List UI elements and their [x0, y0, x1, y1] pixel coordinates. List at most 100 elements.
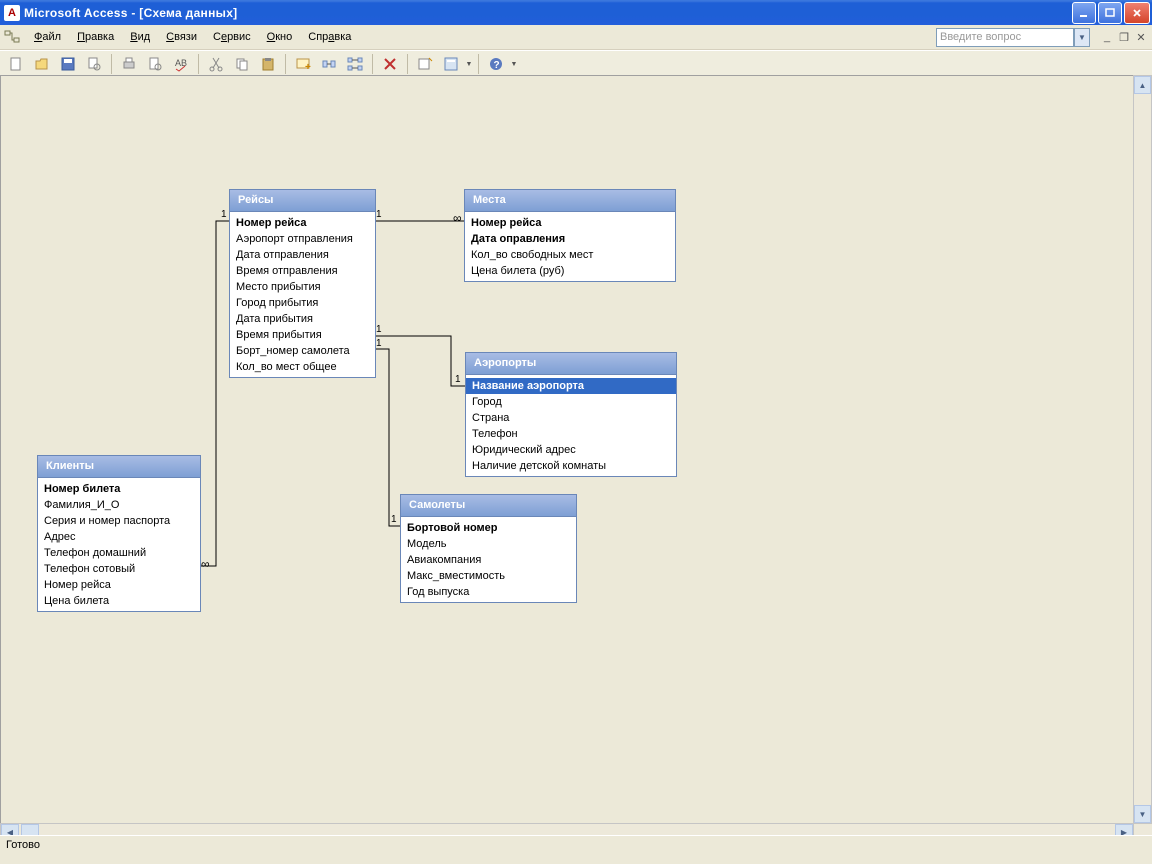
open-button[interactable] — [30, 52, 54, 76]
card-label: 1 — [376, 209, 382, 220]
field-item[interactable]: Адрес — [38, 529, 200, 545]
mdi-minimize-button[interactable]: _ — [1100, 30, 1114, 44]
table-title[interactable]: Клиенты — [38, 456, 200, 478]
spellcheck-button[interactable]: AB — [169, 52, 193, 76]
field-item[interactable]: Телефон — [466, 426, 676, 442]
svg-text:+: + — [305, 62, 311, 72]
field-item[interactable]: Дата прибытия — [230, 311, 375, 327]
help-dropdown-icon[interactable]: ▼ — [510, 61, 518, 68]
menu-file[interactable]: Файл — [26, 29, 69, 45]
field-item[interactable]: Бортовой номер — [401, 520, 576, 536]
field-item[interactable]: Цена билета (руб) — [465, 263, 675, 279]
svg-text:?: ? — [494, 60, 500, 71]
dropdown-arrow-icon[interactable]: ▼ — [465, 61, 473, 68]
menu-edit[interactable]: Правка — [69, 29, 122, 45]
window-title: Microsoft Access - [Схема данных] — [24, 6, 1070, 20]
help-button[interactable]: ? — [484, 52, 508, 76]
file-search-button[interactable] — [82, 52, 106, 76]
maximize-button[interactable] — [1098, 2, 1122, 24]
card-label: 1 — [376, 338, 382, 349]
field-item[interactable]: Юридический адрес — [466, 442, 676, 458]
delete-button[interactable] — [378, 52, 402, 76]
table-title[interactable]: Аэропорты — [466, 353, 676, 375]
print-preview-button[interactable] — [143, 52, 167, 76]
card-label: 1 — [221, 209, 227, 220]
field-item[interactable]: Дата оправления — [465, 231, 675, 247]
card-label: 1 — [391, 514, 397, 525]
table-title[interactable]: Места — [465, 190, 675, 212]
database-window-button[interactable] — [439, 52, 463, 76]
table-flights[interactable]: Рейсы Номер рейсаАэропорт отправленияДат… — [229, 189, 376, 378]
scroll-down-button[interactable]: ▼ — [1134, 805, 1151, 823]
table-planes[interactable]: Самолеты Бортовой номерМодельАвиакомпани… — [400, 494, 577, 603]
ask-question-input[interactable]: Введите вопрос — [936, 28, 1074, 47]
card-label: 1 — [455, 374, 461, 385]
field-item[interactable]: Название аэропорта — [466, 378, 676, 394]
field-item[interactable]: Авиакомпания — [401, 552, 576, 568]
new-object-button[interactable] — [413, 52, 437, 76]
table-title[interactable]: Самолеты — [401, 495, 576, 517]
field-item[interactable]: Серия и номер паспорта — [38, 513, 200, 529]
new-button[interactable] — [4, 52, 28, 76]
table-seats[interactable]: Места Номер рейсаДата оправленияКол_во с… — [464, 189, 676, 282]
paste-button[interactable] — [256, 52, 280, 76]
show-direct-relations-button[interactable] — [317, 52, 341, 76]
field-item[interactable]: Цена билета — [38, 593, 200, 609]
field-item[interactable]: Номер рейса — [38, 577, 200, 593]
relations-icon — [4, 29, 20, 45]
status-bar: Готово — [0, 835, 1152, 864]
vertical-scrollbar[interactable]: ▲ ▼ — [1133, 75, 1152, 824]
field-item[interactable]: Аэропорт отправления — [230, 231, 375, 247]
table-clients[interactable]: Клиенты Номер билетаФамилия_И_ОСерия и н… — [37, 455, 201, 612]
menu-relations[interactable]: Связи — [158, 29, 205, 45]
field-item[interactable]: Время прибытия — [230, 327, 375, 343]
cut-button[interactable] — [204, 52, 228, 76]
field-item[interactable]: Кол_во свободных мест — [465, 247, 675, 263]
card-label: ∞ — [201, 557, 210, 571]
toolbar: AB + ▼ ? ▼ — [0, 50, 1152, 78]
field-item[interactable]: Модель — [401, 536, 576, 552]
field-item[interactable]: Борт_номер самолета — [230, 343, 375, 359]
field-item[interactable]: Фамилия_И_О — [38, 497, 200, 513]
show-table-button[interactable]: + — [291, 52, 315, 76]
field-item[interactable]: Место прибытия — [230, 279, 375, 295]
show-all-relations-button[interactable] — [343, 52, 367, 76]
field-item[interactable]: Номер рейса — [465, 215, 675, 231]
field-item[interactable]: Телефон сотовый — [38, 561, 200, 577]
ask-question-dropdown[interactable]: ▼ — [1074, 28, 1090, 47]
field-item[interactable]: Телефон домашний — [38, 545, 200, 561]
app-icon: A — [4, 5, 20, 21]
menu-help[interactable]: Справка — [300, 29, 359, 45]
field-item[interactable]: Город прибытия — [230, 295, 375, 311]
field-item[interactable]: Город — [466, 394, 676, 410]
title-bar: A Microsoft Access - [Схема данных] — [0, 0, 1152, 25]
menu-window[interactable]: Окно — [259, 29, 301, 45]
table-airports[interactable]: Аэропорты Название аэропортаГородСтранаТ… — [465, 352, 677, 477]
field-item[interactable]: Наличие детской комнаты — [466, 458, 676, 474]
copy-button[interactable] — [230, 52, 254, 76]
close-button[interactable] — [1124, 2, 1150, 24]
field-item[interactable]: Кол_во мест общее — [230, 359, 375, 375]
menu-service[interactable]: Сервис — [205, 29, 259, 45]
svg-text:AB: AB — [175, 58, 187, 68]
field-item[interactable]: Макс_вместимость — [401, 568, 576, 584]
table-title[interactable]: Рейсы — [230, 190, 375, 212]
scroll-up-button[interactable]: ▲ — [1134, 76, 1151, 94]
menu-bar: Файл Правка Вид Связи Сервис Окно Справк… — [0, 25, 1152, 50]
minimize-button[interactable] — [1072, 2, 1096, 24]
mdi-close-button[interactable]: ✕ — [1134, 30, 1148, 44]
field-item[interactable]: Номер рейса — [230, 215, 375, 231]
card-label: ∞ — [453, 211, 462, 225]
field-item[interactable]: Страна — [466, 410, 676, 426]
field-item[interactable]: Время отправления — [230, 263, 375, 279]
relationships-canvas[interactable]: 1 ∞ 1 1 1 1 1 ∞ Рейсы Номер рейсаАэропор… — [0, 75, 1134, 824]
menu-view[interactable]: Вид — [122, 29, 158, 45]
mdi-restore-button[interactable]: ❐ — [1117, 30, 1131, 44]
field-item[interactable]: Год выпуска — [401, 584, 576, 600]
status-text: Готово — [6, 839, 40, 851]
card-label: 1 — [376, 324, 382, 335]
print-button[interactable] — [117, 52, 141, 76]
field-item[interactable]: Номер билета — [38, 481, 200, 497]
field-item[interactable]: Дата отправления — [230, 247, 375, 263]
save-button[interactable] — [56, 52, 80, 76]
